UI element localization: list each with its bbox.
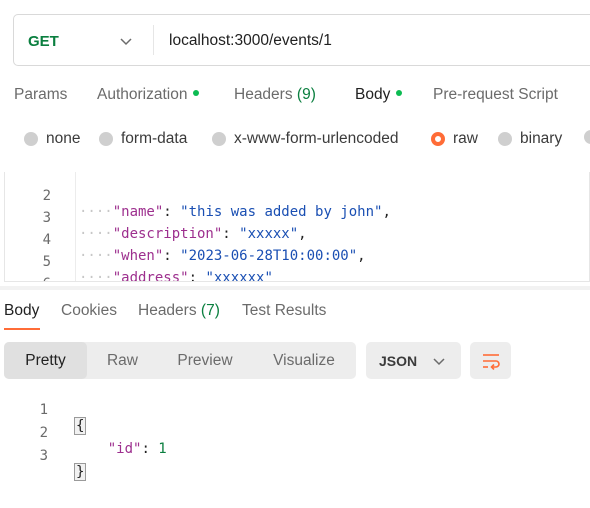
tab-response-body[interactable]: Body bbox=[4, 302, 39, 320]
format-select-label: JSON bbox=[379, 352, 418, 369]
radio-none[interactable]: none bbox=[24, 130, 80, 148]
radio-circle bbox=[24, 132, 38, 146]
wrap-lines-button[interactable] bbox=[470, 342, 511, 379]
code-line: 4 ····"when": "2023-06-28T10:00:00", bbox=[5, 216, 589, 264]
tab-cookies[interactable]: Cookies bbox=[61, 302, 117, 320]
response-headers-count: (7) bbox=[200, 302, 220, 319]
code-line: 2 "id": 1 bbox=[0, 409, 590, 457]
tab-headers-label: Headers bbox=[234, 86, 293, 103]
radio-label: binary bbox=[520, 130, 563, 147]
radio-circle bbox=[212, 132, 226, 146]
radio-label: x-www-form-urlencoded bbox=[234, 130, 399, 147]
request-url-bar: GET localhost:3000/events/1 bbox=[13, 14, 590, 66]
response-body-viewer[interactable]: 1 { 2 "id": 1 3 } bbox=[0, 386, 590, 481]
view-preview-button[interactable]: Preview bbox=[158, 342, 252, 379]
url-divider bbox=[153, 25, 154, 55]
tab-authorization[interactable]: Authorization bbox=[97, 86, 200, 104]
code-line: 3 ····"description": "xxxxx", bbox=[5, 194, 589, 242]
tab-headers[interactable]: Headers (9) bbox=[234, 86, 316, 104]
chevron-down-icon bbox=[433, 358, 445, 366]
tab-body[interactable]: Body bbox=[355, 86, 403, 104]
chevron-down-icon[interactable] bbox=[118, 33, 134, 49]
code-line: 1 { bbox=[0, 386, 590, 435]
line-number: 6 bbox=[25, 276, 51, 281]
radio-graphql[interactable] bbox=[584, 130, 590, 144]
radio-label: none bbox=[46, 130, 81, 147]
response-tabs: Body Cookies Headers (7) Test Results bbox=[0, 300, 590, 330]
tab-body-label: Body bbox=[355, 86, 391, 103]
view-mode-toggle: Pretty Raw Preview Visualize bbox=[4, 342, 356, 379]
tab-prerequest-script[interactable]: Pre-request Script bbox=[433, 86, 558, 104]
radio-circle bbox=[99, 132, 113, 146]
code-content: } bbox=[74, 463, 87, 481]
radio-label: raw bbox=[453, 130, 478, 147]
tab-test-results[interactable]: Test Results bbox=[242, 302, 326, 320]
code-line: 6 } bbox=[5, 260, 589, 281]
active-tab-indicator bbox=[4, 328, 40, 330]
radio-label: form-data bbox=[121, 130, 188, 147]
view-pretty-button[interactable]: Pretty bbox=[4, 342, 87, 379]
headers-count: (9) bbox=[296, 86, 316, 103]
tab-authorization-label: Authorization bbox=[97, 86, 188, 103]
status-dot bbox=[193, 89, 200, 96]
code-line: 3 } bbox=[0, 432, 590, 481]
radio-circle-selected bbox=[431, 132, 445, 146]
body-type-options: none form-data x-www-form-urlencoded raw… bbox=[0, 128, 590, 154]
format-select[interactable]: JSON bbox=[366, 342, 461, 379]
line-number: 3 bbox=[39, 448, 48, 464]
tab-params[interactable]: Params bbox=[14, 86, 67, 104]
method-select[interactable]: GET bbox=[28, 33, 59, 50]
radio-binary[interactable]: binary bbox=[498, 130, 562, 148]
view-raw-button[interactable]: Raw bbox=[87, 342, 158, 379]
code-line: 5 ····"address": "xxxxxx" bbox=[5, 238, 589, 281]
wrap-lines-icon bbox=[482, 353, 500, 370]
radio-circle bbox=[498, 132, 512, 146]
request-tabs: Params Authorization Headers (9) Body Pr… bbox=[0, 84, 590, 114]
json-brace: } bbox=[74, 463, 87, 481]
status-dot bbox=[396, 89, 403, 96]
radio-form-data[interactable]: form-data bbox=[99, 130, 187, 148]
tab-response-headers-label: Headers bbox=[138, 302, 197, 319]
request-body-editor[interactable]: 2 ····"name": "this was added by john", … bbox=[4, 172, 590, 282]
view-visualize-button[interactable]: Visualize bbox=[252, 342, 356, 379]
panel-resize-bar[interactable] bbox=[0, 286, 590, 290]
code-line: 2 ····"name": "this was added by john", bbox=[5, 172, 589, 220]
url-input[interactable]: localhost:3000/events/1 bbox=[169, 32, 332, 50]
radio-raw[interactable]: raw bbox=[431, 130, 478, 148]
radio-circle bbox=[584, 130, 590, 144]
tab-response-headers[interactable]: Headers (7) bbox=[138, 302, 220, 320]
radio-urlencoded[interactable]: x-www-form-urlencoded bbox=[212, 130, 399, 148]
